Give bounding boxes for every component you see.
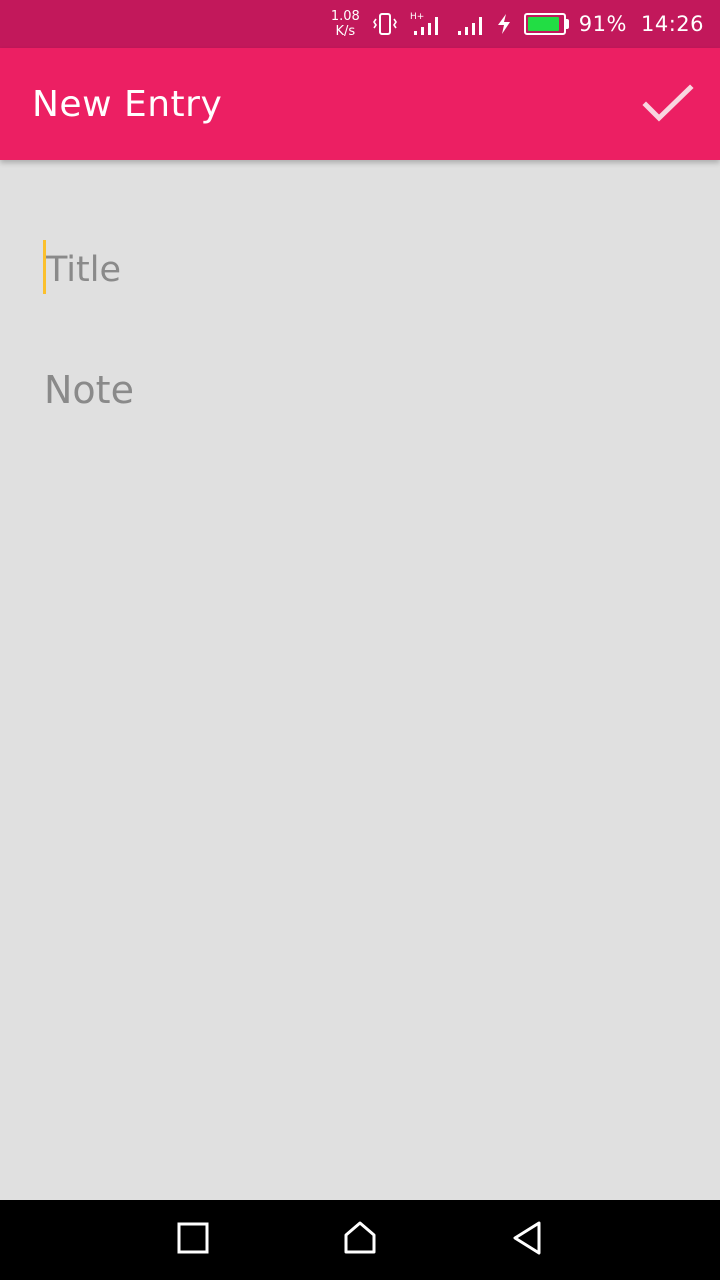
navigation-bar [0,1200,720,1280]
square-icon [177,1222,209,1258]
triangle-back-icon [511,1220,543,1260]
text-cursor [43,240,46,294]
entry-form [0,160,720,1200]
signal-strength-icon: H+ [410,11,444,37]
recents-button[interactable] [163,1210,223,1270]
save-button[interactable] [640,78,696,134]
battery-icon [523,13,569,35]
signal-strength-2-icon [456,11,484,37]
home-icon [343,1221,377,1259]
home-button[interactable] [330,1210,390,1270]
network-speed: 1.08 K/s [331,9,360,39]
svg-text:H+: H+ [410,12,424,22]
app-bar: New Entry [0,48,720,160]
battery-percent: 91% [578,12,627,36]
status-bar: 1.08 K/s H+ 91% 14:26 [0,0,720,48]
vibrate-icon [372,11,398,37]
note-input[interactable] [44,364,684,416]
speed-value: 1.08 [330,9,360,24]
speed-unit: K/s [335,24,356,39]
clock: 14:26 [640,12,704,36]
battery-fill [527,17,559,31]
check-icon [642,84,694,128]
back-button[interactable] [497,1210,557,1270]
charging-icon [496,13,512,35]
page-title: New Entry [32,84,223,125]
title-input[interactable] [44,244,684,296]
